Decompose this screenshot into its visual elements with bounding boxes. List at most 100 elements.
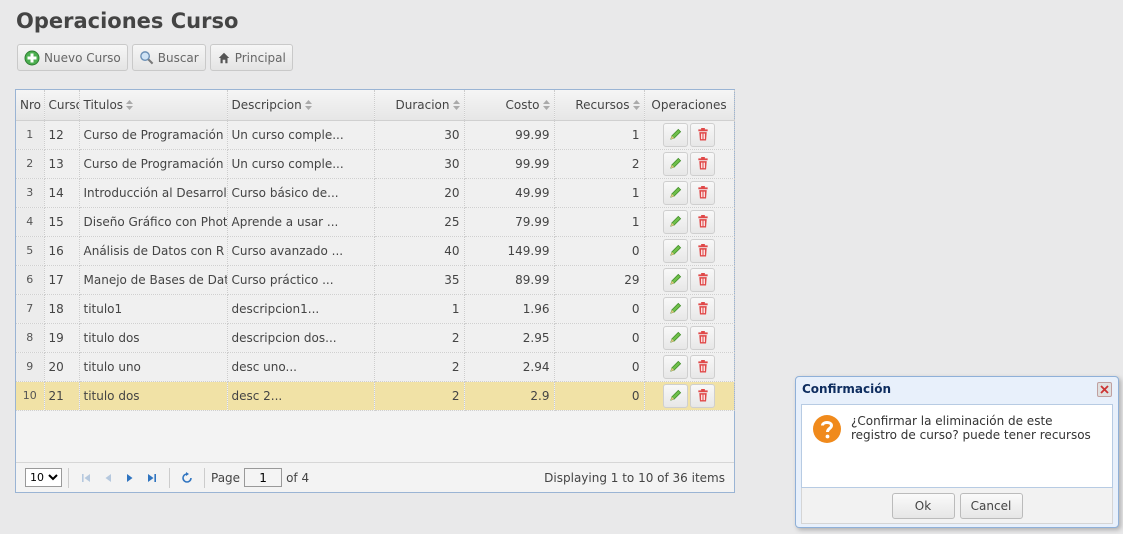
sort-icon: [632, 100, 640, 111]
delete-button[interactable]: [690, 180, 715, 205]
delete-button[interactable]: [690, 151, 715, 176]
duration-cell: 35: [374, 265, 465, 295]
title-cell: titulo dos: [79, 323, 228, 353]
edit-button[interactable]: [663, 122, 688, 147]
delete-button[interactable]: [690, 354, 715, 379]
last-page-icon[interactable]: [141, 467, 163, 489]
dialog-body: ¿Confirmar la eliminación de este regist…: [801, 404, 1113, 488]
header-duracion[interactable]: Duracion: [374, 90, 465, 121]
first-page-icon[interactable]: [75, 467, 97, 489]
dialog-message: ¿Confirmar la eliminación de este regist…: [851, 414, 1091, 442]
edit-button[interactable]: [663, 383, 688, 408]
description-cell: Curso práctico ...: [227, 265, 375, 295]
delete-button[interactable]: [690, 296, 715, 321]
table-row[interactable]: 4 15 Diseño Gráfico con Photo Aprende a usa…: [16, 207, 735, 237]
cancel-button[interactable]: Cancel: [959, 492, 1023, 519]
question-icon: [812, 414, 842, 487]
operations-cell: [644, 207, 735, 237]
table-row[interactable]: 9 20 titulo uno desc uno... 2 2.94 0: [16, 352, 735, 382]
title-cell: Curso de Programación en: [79, 120, 228, 150]
edit-button[interactable]: [663, 238, 688, 263]
table-row[interactable]: 1 12 Curso de Programación en Un curso comp…: [16, 120, 735, 150]
course-id-cell: 13: [44, 149, 80, 179]
refresh-icon[interactable]: [176, 467, 198, 489]
duration-cell: 25: [374, 207, 465, 237]
course-id-cell: 21: [44, 381, 80, 411]
table-row[interactable]: 2 13 Curso de Programación en Un curso comp…: [16, 149, 735, 179]
edit-button[interactable]: [663, 209, 688, 234]
delete-button[interactable]: [690, 209, 715, 234]
resources-cell: 29: [554, 265, 645, 295]
table-row[interactable]: 6 17 Manejo de Bases de Datos Curso práctic…: [16, 265, 735, 295]
cost-cell: 2.95: [464, 323, 555, 353]
duration-cell: 40: [374, 236, 465, 266]
delete-button[interactable]: [690, 383, 715, 408]
page-count-label: of 4: [286, 470, 310, 485]
header-nro: Nro: [16, 90, 45, 121]
header-descripcion[interactable]: Descripcion: [227, 90, 375, 121]
table-row[interactable]: 3 14 Introducción al Desarrollo Curso básic…: [16, 178, 735, 208]
header-titulos[interactable]: Titulos: [79, 90, 228, 121]
header-curso[interactable]: Curso: [44, 90, 80, 121]
page-label: Page: [211, 470, 241, 485]
row-number-cell: 4: [16, 207, 45, 237]
trash-icon: [697, 244, 708, 257]
pager-divider: [68, 467, 69, 488]
edit-button[interactable]: [663, 151, 688, 176]
resources-cell: 0: [554, 236, 645, 266]
search-button[interactable]: Buscar: [131, 44, 206, 71]
edit-button[interactable]: [663, 296, 688, 321]
resources-cell: 1: [554, 207, 645, 237]
edit-button[interactable]: [663, 354, 688, 379]
sort-icon: [126, 100, 134, 111]
pencil-icon: [670, 302, 682, 314]
course-id-cell: 16: [44, 236, 80, 266]
ok-button[interactable]: Ok: [891, 492, 955, 519]
edit-button[interactable]: [663, 267, 688, 292]
pencil-icon: [670, 273, 682, 285]
prev-page-icon[interactable]: [97, 467, 119, 489]
title-cell: titulo1: [79, 294, 228, 324]
header-recursos[interactable]: Recursos: [554, 90, 645, 121]
course-id-cell: 14: [44, 178, 80, 208]
table-row[interactable]: 8 19 titulo dos descripcion dos... 2 2.95 0: [16, 323, 735, 353]
trash-icon: [697, 215, 708, 228]
home-label: Principal: [234, 50, 286, 65]
plus-circle-icon: [24, 50, 40, 66]
home-button[interactable]: Principal: [209, 44, 293, 71]
resources-cell: 1: [554, 178, 645, 208]
duration-cell: 2: [374, 352, 465, 382]
row-number-cell: 5: [16, 236, 45, 266]
pencil-icon: [670, 157, 682, 169]
trash-icon: [697, 128, 708, 141]
description-cell: desc uno...: [227, 352, 375, 382]
title-cell: Curso de Programación en: [79, 149, 228, 179]
table-row[interactable]: 10 21 titulo dos desc 2... 2 2.9 0: [16, 381, 735, 411]
page-title: Operaciones Curso: [16, 9, 239, 33]
page-number-input[interactable]: [244, 468, 283, 487]
header-costo[interactable]: Costo: [464, 90, 555, 121]
table-row[interactable]: 7 18 titulo1 descripcion1... 1 1.96 0: [16, 294, 735, 324]
pager-divider: [169, 467, 170, 488]
next-page-icon[interactable]: [119, 467, 141, 489]
row-number-cell: 3: [16, 178, 45, 208]
table-row[interactable]: 5 16 Análisis de Datos con R Curso avanzado…: [16, 236, 735, 266]
resources-cell: 1: [554, 120, 645, 150]
cost-cell: 49.99: [464, 178, 555, 208]
courses-table: Nro Curso Titulos Descripcion Duracion C…: [16, 90, 735, 411]
course-id-cell: 15: [44, 207, 80, 237]
pencil-icon: [670, 360, 682, 372]
close-icon[interactable]: [1097, 381, 1112, 397]
edit-button[interactable]: [663, 180, 688, 205]
delete-button[interactable]: [690, 267, 715, 292]
confirm-dialog: Confirmación ¿Confirmar la eliminación d…: [795, 376, 1119, 528]
resources-cell: 0: [554, 323, 645, 353]
delete-button[interactable]: [690, 122, 715, 147]
delete-button[interactable]: [690, 238, 715, 263]
title-cell: Diseño Gráfico con Photo: [79, 207, 228, 237]
edit-button[interactable]: [663, 325, 688, 350]
page-size-select[interactable]: 10: [25, 468, 62, 487]
course-id-cell: 12: [44, 120, 80, 150]
delete-button[interactable]: [690, 325, 715, 350]
new-course-button[interactable]: Nuevo Curso: [17, 44, 128, 71]
